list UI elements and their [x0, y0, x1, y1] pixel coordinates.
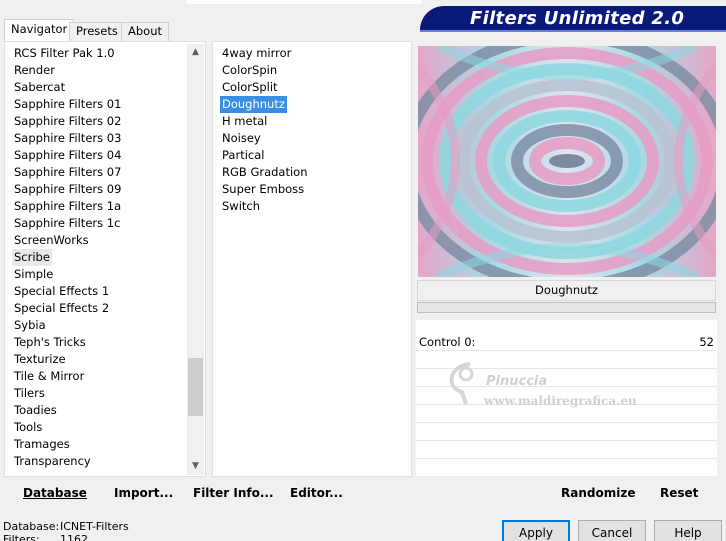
category-list-item[interactable]: RCS Filter Pak 1.0 — [12, 45, 117, 62]
reset-button[interactable]: Reset — [660, 486, 698, 500]
filter-list-item[interactable]: Super Emboss — [220, 181, 306, 198]
category-list-item[interactable]: Tramages — [12, 436, 72, 453]
database-label: Database — [23, 486, 87, 500]
category-list-item[interactable]: Toadies — [12, 402, 59, 419]
help-button[interactable]: Help — [654, 520, 722, 541]
cancel-button[interactable]: Cancel — [578, 520, 646, 541]
filter-list-item[interactable]: ColorSplit — [220, 79, 280, 96]
filter-list-item[interactable]: Partical — [220, 147, 266, 164]
control-0-slider[interactable] — [476, 339, 696, 345]
apply-button[interactable]: Apply — [502, 520, 570, 541]
scroll-down-icon[interactable]: ▼ — [187, 458, 204, 475]
database-status-label: Database: — [3, 520, 60, 533]
filter-list-item[interactable]: Doughnutz — [220, 96, 287, 113]
category-list-item[interactable]: Tilers — [12, 385, 47, 402]
category-list-item[interactable]: Sapphire Filters 1c — [12, 215, 122, 232]
category-list-item[interactable]: Sapphire Filters 1a — [12, 198, 123, 215]
category-list-item[interactable]: Sabercat — [12, 79, 67, 96]
control-0-value: 52 — [699, 335, 714, 349]
category-list-item[interactable]: Render — [12, 62, 57, 79]
category-list-item[interactable]: Sapphire Filters 04 — [12, 147, 123, 164]
tab-about[interactable]: About — [121, 22, 170, 41]
category-scrollbar[interactable]: ▲ ▼ — [187, 44, 204, 475]
category-list[interactable]: RCS Filter Pak 1.0 Render Sabercat Sapphire… — [4, 41, 206, 477]
category-list-item[interactable]: Scribe — [12, 249, 52, 266]
category-list-item[interactable]: Special Effects 2 — [12, 300, 111, 317]
randomize-button[interactable]: Randomize — [561, 486, 635, 500]
tab-presets[interactable]: Presets — [69, 22, 125, 41]
controls-panel[interactable]: Control 0: 52 — [416, 320, 717, 476]
filters-count-value: 1162 — [60, 533, 88, 541]
category-list-item[interactable]: Sapphire Filters 09 — [12, 181, 123, 198]
database-status-value: ICNET-Filters — [60, 520, 129, 533]
database-button[interactable]: Database — [23, 486, 87, 500]
category-list-item[interactable]: Teph's Tricks — [12, 334, 88, 351]
control-0-label: Control 0: — [419, 335, 476, 349]
import-button[interactable]: Import... — [114, 486, 173, 500]
filter-info-button[interactable]: Filter Info... — [193, 486, 274, 500]
filter-list[interactable]: 4way mirror ColorSpin ColorSplit Doughnutz H… — [212, 41, 412, 477]
category-list-item[interactable]: ScreenWorks — [12, 232, 91, 249]
category-list-item[interactable]: Transparency — [12, 453, 93, 470]
scroll-thumb[interactable] — [188, 358, 203, 416]
filter-list-item[interactable]: Switch — [220, 198, 262, 215]
editor-button[interactable]: Editor... — [290, 486, 343, 500]
category-list-item[interactable]: Special Effects 1 — [12, 283, 111, 300]
category-list-item[interactable]: Sapphire Filters 01 — [12, 96, 123, 113]
category-list-item[interactable]: Sybia — [12, 317, 48, 334]
filter-list-item[interactable]: 4way mirror — [220, 45, 293, 62]
filter-list-item[interactable]: ColorSpin — [220, 62, 279, 79]
filters-count-label: Filters: — [3, 533, 40, 541]
category-list-item[interactable]: Tools — [12, 419, 44, 436]
category-list-item[interactable]: Simple — [12, 266, 55, 283]
filter-preview-image — [418, 46, 716, 277]
progress-bar — [417, 302, 716, 313]
top-strip — [186, 0, 422, 4]
tab-navigator[interactable]: Navigator — [4, 19, 75, 41]
filter-list-item[interactable]: H metal — [220, 113, 269, 130]
category-list-item[interactable]: Sapphire Filters 02 — [12, 113, 123, 130]
filter-list-item[interactable]: Noisey — [220, 130, 263, 147]
category-list-item[interactable]: Sapphire Filters 03 — [12, 130, 123, 147]
category-list-item[interactable]: Texturize — [12, 351, 68, 368]
scroll-up-icon[interactable]: ▲ — [187, 44, 204, 61]
filter-name-display: Doughnutz — [417, 280, 716, 301]
category-list-item[interactable]: Tile & Mirror — [12, 368, 86, 385]
app-title: Filters Unlimited 2.0 — [470, 8, 685, 29]
title-banner: Filters Unlimited 2.0 — [420, 6, 726, 32]
filter-list-item[interactable]: RGB Gradation — [220, 164, 310, 181]
category-list-item[interactable]: Sapphire Filters 07 — [12, 164, 123, 181]
